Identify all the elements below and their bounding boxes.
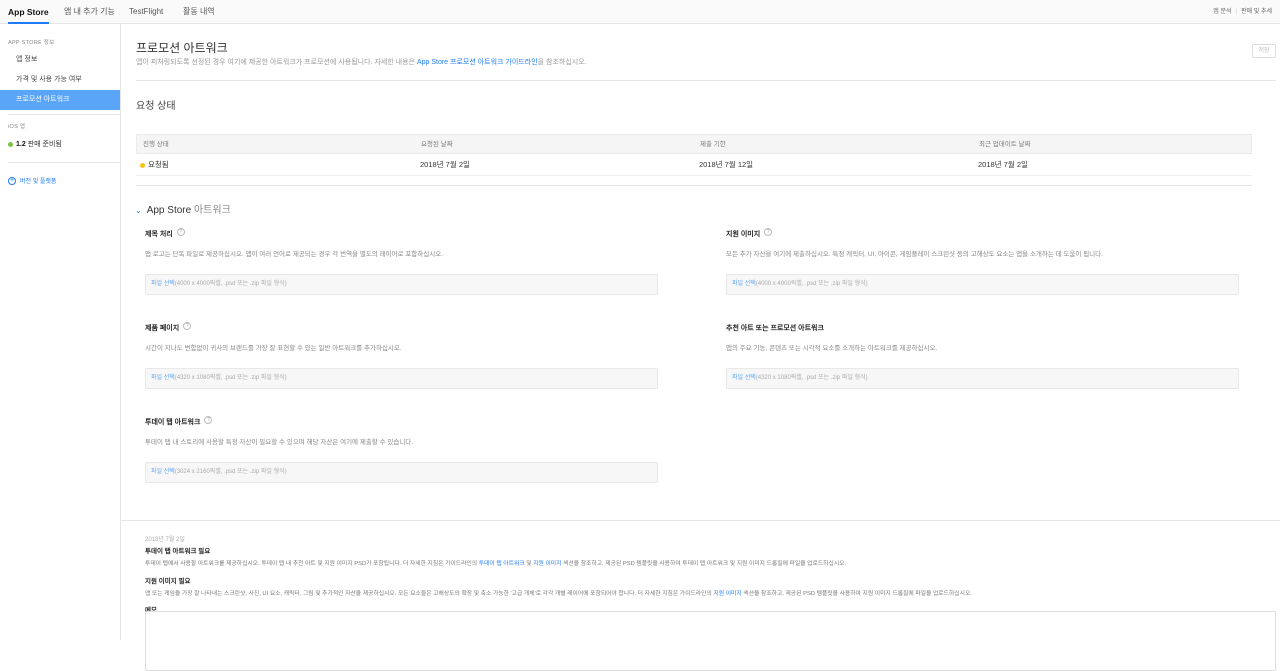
sales-trends-link[interactable]: 판매 및 추세: [1241, 9, 1272, 15]
cell-due: 2018년 7월 12일: [699, 160, 754, 169]
app-store-link[interactable]: App Store: [417, 59, 448, 66]
help-icon[interactable]: ?: [764, 227, 773, 236]
file-spec: (4320 x 1080픽셀, .psd 또는 .zip 파일 형식): [755, 375, 868, 381]
sidebar-divider: [8, 114, 120, 115]
top-right-links: 앱 분석 | 판매 및 추세: [1213, 9, 1272, 15]
ios-version: 1.2: [16, 141, 26, 148]
page-title: 프로모션 아트워크: [136, 41, 228, 55]
block-description: 모든 추가 자산을 여기에 제출하십시오. 특정 캐릭터, UI, 아이콘, 게…: [726, 251, 1103, 258]
block-label: 투데이 탭 아트워크: [145, 419, 201, 426]
today-tab-link[interactable]: 투데이 탭 아트워크: [479, 561, 525, 567]
ios-status: 판매 준비됨: [27, 141, 62, 148]
pending-dot-icon: [140, 162, 145, 168]
col-requested: 요청된 날짜: [421, 141, 453, 148]
block-description: 앱의 주요 기능, 콘텐츠 또는 시각적 요소를 소개하는 아트워크를 제공하십…: [726, 345, 938, 352]
desc-text: 앱이 피처링되도록 선정된 경우 여기에 제공한 아트워크가 프로모션에 사용됩…: [136, 59, 417, 66]
choose-file-link[interactable]: 파일 선택: [151, 375, 175, 381]
sidebar-ios-header: iOS 앱: [8, 124, 26, 130]
file-spec: (4320 x 1080픽셀, .psd 또는 .zip 파일 형식): [174, 375, 287, 381]
title-treatment-block: 제목 처리? 앱 로고는 단독 파일로 제공하십시오. 앱이 여러 언어로 제공…: [145, 223, 665, 295]
main-content: 프로모션 아트워크 앱이 피처링되도록 선정된 경우 여기에 제공한 아트워크가…: [121, 24, 1280, 671]
sidebar-section-header: APP STORE 정보: [8, 40, 55, 46]
sidebar-item-ios-version[interactable]: 1.2 판매 준비됨: [8, 139, 62, 149]
app-analytics-link[interactable]: 앱 분석: [1213, 9, 1231, 15]
desc-text: 을 참조하십시오.: [537, 59, 587, 66]
product-page-block: 제품 페이지? 시간이 지나도 변함없이 귀사의 브랜드를 가장 잘 표현할 수…: [145, 317, 665, 389]
tab-testflight[interactable]: TestFlight: [129, 0, 163, 24]
request-status-title: 요청 상태: [136, 101, 176, 112]
top-nav-bar: App Store 앱 내 추가 기능 TestFlight 활동 내역 앱 분…: [0, 0, 1280, 24]
file-drop-zone[interactable]: 파일 선택(4000 x 4000픽셀, .psd 또는 .zip 파일 형식): [726, 274, 1239, 295]
guidelines-link[interactable]: 프로모션 아트워크 가이드라인: [448, 59, 538, 66]
cell-requested: 2018년 7월 2일: [420, 160, 470, 169]
cell-status: 요청됨: [140, 154, 169, 176]
sidebar-divider: [8, 162, 120, 163]
block-description: 앱 로고는 단독 파일로 제공하십시오. 앱이 여러 언어로 제공되는 경우 각…: [145, 251, 443, 258]
file-drop-zone[interactable]: 파일 선택(4000 x 4000픽셀, .psd 또는 .zip 파일 형식): [145, 274, 658, 295]
add-version-button[interactable]: + 버전 및 플랫폼: [8, 176, 57, 186]
col-status: 진행 상태: [143, 141, 169, 148]
file-spec: (4000 x 4000픽셀, .psd 또는 .zip 파일 형식): [755, 281, 868, 287]
tab-in-app-purchases[interactable]: 앱 내 추가 기능: [64, 0, 115, 24]
sidebar-item-app-info[interactable]: 앱 정보: [0, 50, 120, 70]
note-date: 2018년 7월 2일: [145, 537, 185, 543]
choose-file-link[interactable]: 파일 선택: [151, 281, 175, 287]
divider: [136, 80, 1276, 81]
block-description: 투데이 탭 내 스토리에 사용할 특정 자산이 필요할 수 있으며 해당 자산은…: [145, 439, 414, 446]
file-drop-zone[interactable]: 파일 선택(3024 x 2160픽셀, .psd 또는 .zip 파일 형식): [145, 462, 658, 483]
note-text: 투데이 탭에서 사용할 아트워크를 제공하십시오. 투데이 탭 내 추천 아트 …: [145, 561, 847, 567]
table-row: 요청됨 2018년 7월 2일 2018년 7월 12일 2018년 7월 2일: [136, 154, 1252, 176]
file-drop-zone[interactable]: 파일 선택(4320 x 1080픽셀, .psd 또는 .zip 파일 형식): [145, 368, 658, 389]
divider: [121, 520, 1280, 521]
choose-file-link[interactable]: 파일 선택: [151, 469, 175, 475]
divider: [136, 185, 1252, 186]
memo-textarea[interactable]: [145, 611, 1276, 671]
supporting-images-link[interactable]: 지원 이미지: [713, 591, 741, 597]
block-description: 시간이 지나도 변함없이 귀사의 브랜드를 가장 잘 표현할 수 있는 일반 아…: [145, 345, 402, 352]
notes-section: 2018년 7월 2일 투데이 탭 아트워크 필요 투데이 탭에서 사용할 아트…: [145, 534, 1265, 614]
choose-file-link[interactable]: 파일 선택: [732, 375, 756, 381]
add-version-label: 버전 및 플랫폼: [20, 179, 57, 185]
choose-file-link[interactable]: 파일 선택: [732, 281, 756, 287]
help-icon[interactable]: ?: [204, 415, 213, 424]
plus-circle-icon: +: [8, 177, 16, 186]
note-title: 투데이 탭 아트워크 필요: [145, 548, 211, 555]
sidebar-item-pricing[interactable]: 가격 및 사용 가능 여부: [0, 70, 120, 90]
featured-art-block: 추천 아트 또는 프로모션 아트워크 앱의 주요 기능, 콘텐츠 또는 시각적 …: [726, 317, 1246, 389]
block-label: 추천 아트 또는 프로모션 아트워크: [726, 325, 824, 332]
status-dot-icon: [8, 141, 13, 147]
file-spec: (3024 x 2160픽셀, .psd 또는 .zip 파일 형식): [174, 469, 287, 475]
today-tab-block: 투데이 탭 아트워크? 투데이 탭 내 스토리에 사용할 특정 자산이 필요할 …: [145, 411, 665, 483]
help-icon[interactable]: ?: [183, 321, 192, 330]
col-updated: 최근 업데이트 날짜: [979, 141, 1031, 148]
artwork-title-a: App Store: [146, 205, 192, 216]
save-button[interactable]: 저장: [1252, 44, 1276, 58]
tab-app-store[interactable]: App Store: [8, 0, 49, 24]
chevron-down-icon: ⌄: [135, 206, 142, 215]
supporting-images-block: 지원 이미지? 모든 추가 자산을 여기에 제출하십시오. 특정 캐릭터, UI…: [726, 223, 1246, 295]
sidebar-item-promo-artwork[interactable]: 프로모션 아트워크: [0, 90, 120, 110]
supporting-images-link[interactable]: 지원 이미지: [533, 561, 561, 567]
page-description: 앱이 피처링되도록 선정된 경우 여기에 제공한 아트워크가 프로모션에 사용됩…: [136, 57, 587, 67]
col-due: 제출 기한: [700, 141, 726, 148]
file-spec: (4000 x 4000픽셀, .psd 또는 .zip 파일 형식): [174, 281, 287, 287]
tab-activity[interactable]: 활동 내역: [183, 0, 215, 24]
request-status-table: 진행 상태 요청된 날짜 제출 기한 최근 업데이트 날짜 요청됨 2018년 …: [136, 134, 1252, 176]
artwork-section-toggle[interactable]: ⌄ App Store 아트워크: [135, 201, 231, 216]
sidebar: APP STORE 정보 앱 정보 가격 및 사용 가능 여부 프로모션 아트워…: [0, 24, 121, 640]
block-label: 지원 이미지: [726, 231, 761, 238]
file-drop-zone[interactable]: 파일 선택(4320 x 1080픽셀, .psd 또는 .zip 파일 형식): [726, 368, 1239, 389]
table-header: 진행 상태 요청된 날짜 제출 기한 최근 업데이트 날짜: [136, 134, 1252, 154]
block-label: 제목 처리: [145, 231, 173, 238]
block-label: 제품 페이지: [145, 325, 180, 332]
cell-updated: 2018년 7월 2일: [978, 160, 1028, 169]
note-title: 지원 이미지 필요: [145, 578, 191, 585]
help-icon[interactable]: ?: [176, 227, 185, 236]
artwork-title-b: 아트워크: [191, 205, 231, 216]
note-text: 앱 또는 게임을 가장 잘 나타내는 스크린샷, 사진, UI 요소, 캐릭터,…: [145, 591, 972, 597]
